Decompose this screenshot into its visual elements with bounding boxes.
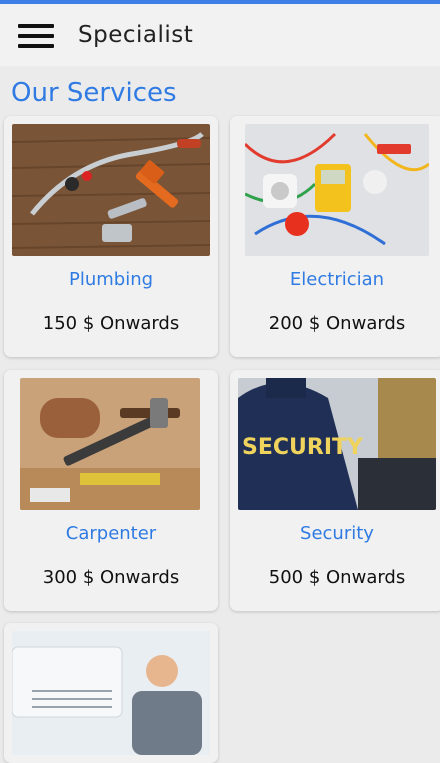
app-bar: Specialist bbox=[0, 4, 440, 66]
service-name: Carpenter bbox=[65, 523, 157, 544]
app-title: Specialist bbox=[78, 22, 194, 48]
service-name: Plumbing bbox=[68, 269, 154, 290]
hamburger-menu-icon[interactable] bbox=[18, 24, 56, 50]
service-card-electrician[interactable]: Electrician 200 $ Onwards bbox=[230, 116, 440, 357]
service-card-plumbing[interactable]: Plumbing 150 $ Onwards bbox=[4, 116, 218, 357]
service-price: 300 $ Onwards bbox=[42, 567, 180, 588]
plumbing-tools-image bbox=[12, 124, 210, 256]
security-image-text: SECURITY bbox=[242, 435, 364, 460]
carpenter-tools-image bbox=[20, 378, 200, 510]
section-title: Our Services bbox=[11, 78, 177, 108]
service-price: 500 $ Onwards bbox=[268, 567, 406, 588]
service-name: Electrician bbox=[289, 269, 385, 290]
security-guard-image: SECURITY bbox=[238, 378, 436, 510]
service-name: Security bbox=[300, 523, 374, 544]
service-price: 200 $ Onwards bbox=[268, 313, 406, 334]
ac-technician-image bbox=[12, 631, 210, 755]
service-card-ac-repair[interactable] bbox=[4, 623, 218, 763]
service-price: 150 $ Onwards bbox=[42, 313, 180, 334]
electrician-tools-image bbox=[245, 124, 429, 256]
service-card-carpenter[interactable]: Carpenter 300 $ Onwards bbox=[4, 370, 218, 611]
service-card-security[interactable]: SECURITY Security 500 $ Onwards bbox=[230, 370, 440, 611]
